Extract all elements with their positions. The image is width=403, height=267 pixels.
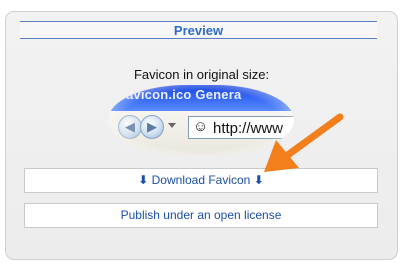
address-text: http://www xyxy=(213,120,284,137)
address-bar: ☺ http://www xyxy=(188,116,294,139)
download-arrow-icon: ⬇ xyxy=(253,173,264,187)
browser-title: avicon.ico Genera xyxy=(126,87,242,102)
chevron-down-icon xyxy=(168,123,176,128)
panel-title: Preview xyxy=(173,23,224,38)
preview-label: Favicon in original size: xyxy=(133,67,270,82)
download-favicon-button[interactable]: ⬇ Download Favicon ⬇ xyxy=(24,168,378,193)
publish-license-button[interactable]: Publish under an open license xyxy=(24,203,378,228)
download-arrow-icon: ⬇ xyxy=(138,173,149,187)
publish-button-label: Publish under an open license xyxy=(120,208,282,222)
smiley-favicon-icon: ☺ xyxy=(193,118,209,135)
browser-titlebar: avicon.ico Genera xyxy=(108,85,294,111)
forward-arrow-icon: ▶ xyxy=(140,115,164,139)
back-arrow-icon: ◀ xyxy=(118,115,142,139)
favicon-preview-browser: avicon.ico Genera ◀ ▶ ☺ http://www xyxy=(108,85,294,155)
download-button-label: Download Favicon xyxy=(151,173,251,187)
